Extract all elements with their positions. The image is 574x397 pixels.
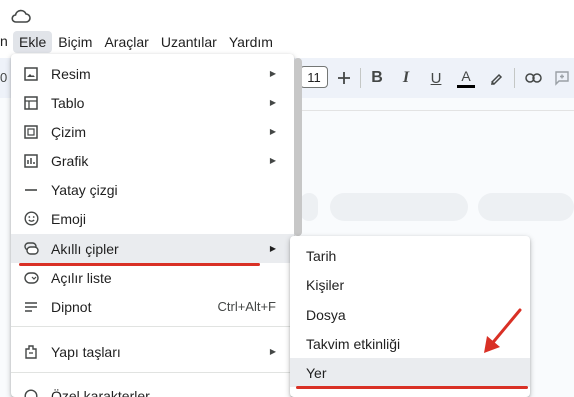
submenu-arrow-icon: ▶ bbox=[269, 156, 276, 165]
menu-insert[interactable]: Ekle bbox=[13, 31, 53, 53]
menu-item-drawing[interactable]: Çizim ▶ bbox=[11, 117, 294, 146]
page-edge bbox=[300, 110, 574, 111]
text-color-icon[interactable]: A bbox=[454, 66, 478, 90]
menu-item-chart[interactable]: Grafik ▶ bbox=[11, 146, 294, 175]
toolbar-divider bbox=[514, 68, 515, 88]
table-icon bbox=[23, 95, 39, 111]
special-chars-icon bbox=[23, 388, 39, 397]
menu-item-footnote[interactable]: Dipnot Ctrl+Alt+F bbox=[11, 292, 294, 321]
dropdown-icon bbox=[23, 270, 39, 286]
menu-item-dropdown[interactable]: Açılır liste bbox=[11, 263, 294, 292]
menu-item-table[interactable]: Tablo ▶ bbox=[11, 88, 294, 117]
building-blocks-icon bbox=[23, 344, 39, 360]
shortcut-label: Ctrl+Alt+F bbox=[217, 299, 276, 314]
footnote-icon bbox=[23, 299, 39, 315]
menu-item-image[interactable]: Resim ▶ bbox=[11, 59, 294, 88]
link-icon[interactable] bbox=[521, 66, 545, 90]
smart-chips-icon bbox=[23, 241, 39, 257]
submenu-arrow-icon: ▶ bbox=[269, 127, 276, 136]
menu-item-partial: n bbox=[0, 33, 8, 49]
submenu-arrow-icon: ▶ bbox=[269, 98, 276, 107]
doc-chip bbox=[300, 193, 318, 221]
drawing-icon bbox=[23, 124, 39, 140]
underline-icon[interactable]: U bbox=[424, 66, 448, 90]
zoom-partial: 0 bbox=[0, 70, 8, 85]
chart-icon bbox=[23, 153, 39, 169]
image-icon bbox=[23, 66, 39, 82]
menubar: Ekle Biçim Araçlar Uzantılar Yardım bbox=[13, 30, 279, 54]
doc-chip bbox=[330, 193, 468, 221]
menu-item-building-blocks[interactable]: Yapı taşları ▶ bbox=[11, 337, 294, 366]
annotation-underline bbox=[19, 263, 260, 266]
menu-item-special-chars[interactable]: Özel karakterler bbox=[11, 381, 294, 397]
toolbar-divider bbox=[360, 68, 361, 88]
submenu-item-people[interactable]: Kişiler bbox=[290, 270, 530, 299]
submenu-item-date[interactable]: Tarih bbox=[290, 241, 530, 270]
emoji-icon bbox=[23, 211, 39, 227]
highlight-icon[interactable] bbox=[484, 66, 508, 90]
menu-extensions[interactable]: Uzantılar bbox=[155, 31, 223, 53]
menu-divider bbox=[11, 326, 294, 327]
menu-divider bbox=[11, 372, 294, 373]
insert-menu: Resim ▶ Tablo ▶ Çizim ▶ Grafik ▶ Yatay ç… bbox=[11, 54, 294, 397]
submenu-arrow-icon: ▶ bbox=[269, 347, 276, 356]
annotation-arrow-icon bbox=[484, 308, 522, 353]
submenu-arrow-icon: ▶ bbox=[269, 244, 276, 253]
menu-format[interactable]: Biçim bbox=[52, 31, 98, 53]
menu-item-horizontal-line[interactable]: Yatay çizgi bbox=[11, 175, 294, 204]
menu-item-smart-chips[interactable]: Akıllı çipler ▶ bbox=[11, 234, 294, 263]
font-size-input[interactable]: 11 bbox=[300, 66, 328, 88]
menu-help[interactable]: Yardım bbox=[223, 31, 279, 53]
menu-item-emoji[interactable]: Emoji bbox=[11, 204, 294, 233]
annotation-underline bbox=[296, 386, 528, 389]
menu-scrollbar[interactable] bbox=[294, 58, 302, 236]
doc-chip bbox=[478, 193, 574, 221]
plus-icon[interactable] bbox=[332, 66, 356, 90]
menu-tools[interactable]: Araçlar bbox=[98, 31, 154, 53]
italic-icon[interactable]: I bbox=[394, 66, 418, 90]
cloud-save-icon[interactable] bbox=[11, 8, 31, 24]
bold-icon[interactable]: B bbox=[365, 66, 389, 90]
horizontal-line-icon bbox=[23, 182, 39, 198]
submenu-arrow-icon: ▶ bbox=[269, 69, 276, 78]
comment-icon[interactable] bbox=[550, 66, 574, 90]
submenu-item-place[interactable]: Yer bbox=[290, 358, 530, 387]
